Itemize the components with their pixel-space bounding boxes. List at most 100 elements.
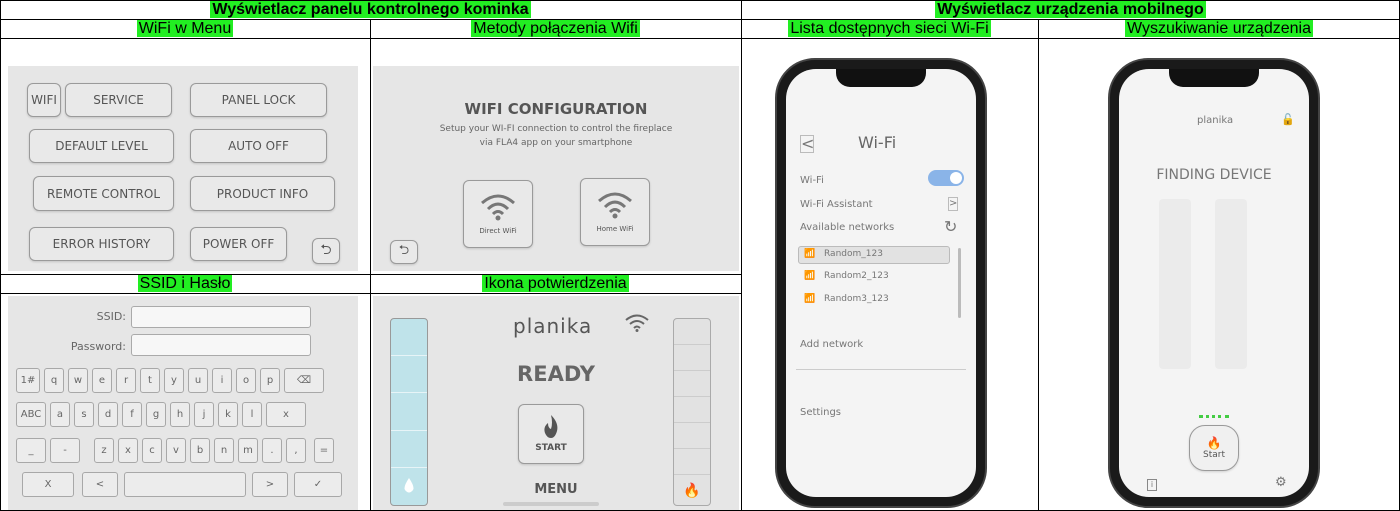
key[interactable]: -: [50, 438, 80, 463]
grid-col2: [741, 0, 742, 511]
key[interactable]: a: [50, 402, 70, 427]
level-bar-right: [1215, 199, 1247, 369]
return-arrow-icon[interactable]: ⮌: [312, 238, 340, 264]
grid-row2: [0, 38, 1400, 39]
key[interactable]: v: [166, 438, 186, 463]
confirm-key[interactable]: ✓: [294, 472, 342, 497]
network-name: Random_123: [824, 249, 883, 259]
key[interactable]: .: [262, 438, 282, 463]
header-networks: Lista dostępnych sieci Wi-Fi: [788, 20, 991, 37]
key[interactable]: c: [142, 438, 162, 463]
right-arrow-key[interactable]: >: [252, 472, 288, 497]
gear-icon[interactable]: ⚙: [1275, 475, 1287, 490]
flame-icon: 🔥: [1206, 436, 1222, 450]
ssid-field[interactable]: [131, 306, 311, 328]
key[interactable]: b: [190, 438, 210, 463]
back-chevron-icon[interactable]: <: [800, 135, 814, 153]
direct-wifi-label: Direct WiFi: [479, 227, 517, 235]
space-key[interactable]: [124, 472, 246, 497]
wifi-button[interactable]: WIFI: [27, 83, 61, 117]
service-button[interactable]: SERVICE: [65, 83, 172, 117]
scrollbar[interactable]: [958, 248, 961, 318]
key[interactable]: o: [236, 368, 256, 393]
key[interactable]: x: [266, 402, 306, 427]
lock-icon[interactable]: 🔓: [1281, 113, 1295, 126]
key[interactable]: s: [74, 402, 94, 427]
key[interactable]: k: [218, 402, 238, 427]
key[interactable]: h: [170, 402, 190, 427]
password-label: Password:: [70, 340, 126, 353]
phone-finding: planika 🔓 FINDING DEVICE 🔥 Start i ⚙: [1108, 58, 1320, 508]
finding-status: FINDING DEVICE: [1156, 167, 1272, 183]
header-finding: Wyszukiwanie urządzenia: [1125, 20, 1313, 37]
key[interactable]: g: [146, 402, 166, 427]
wifi-config-title: WIFI CONFIGURATION: [464, 100, 648, 118]
panel-lock-button[interactable]: PANEL LOCK: [190, 83, 327, 117]
error-history-button[interactable]: ERROR HISTORY: [29, 227, 174, 261]
status-ready: READY: [517, 362, 595, 386]
key[interactable]: p: [260, 368, 280, 393]
header-confirm: Ikona potwierdzenia: [482, 275, 629, 292]
key[interactable]: j: [194, 402, 214, 427]
start-button[interactable]: 🔥 Start: [1189, 425, 1239, 471]
key[interactable]: z: [94, 438, 114, 463]
key[interactable]: =: [314, 438, 334, 463]
key[interactable]: y: [164, 368, 184, 393]
ssid-label: SSID:: [96, 310, 126, 323]
network-name[interactable]: Random2_123: [824, 271, 889, 281]
key[interactable]: x: [118, 438, 138, 463]
direct-wifi-button[interactable]: Direct WiFi: [463, 180, 533, 248]
menu-bar: [503, 502, 599, 506]
flame-level-bar: [390, 318, 428, 506]
key[interactable]: ABC: [16, 402, 46, 427]
key[interactable]: w: [68, 368, 88, 393]
product-info-button[interactable]: PRODUCT INFO: [190, 176, 335, 211]
key[interactable]: f: [122, 402, 142, 427]
password-field[interactable]: [131, 334, 311, 356]
remote-control-button[interactable]: REMOTE CONTROL: [33, 176, 174, 211]
network-name[interactable]: Random3_123: [824, 294, 889, 304]
info-icon[interactable]: i: [1147, 479, 1157, 491]
level-bar-left: [1159, 199, 1191, 369]
add-network-link[interactable]: Add network: [800, 339, 863, 350]
home-wifi-button[interactable]: Home WiFi: [580, 178, 650, 246]
default-level-button[interactable]: DEFAULT LEVEL: [29, 129, 174, 163]
key[interactable]: _: [16, 438, 46, 463]
key[interactable]: l: [242, 402, 262, 427]
key[interactable]: i: [212, 368, 232, 393]
left-arrow-key[interactable]: <: [82, 472, 118, 497]
menu-panel: WIFI SERVICE PANEL LOCK DEFAULT LEVEL AU…: [8, 66, 358, 271]
auto-off-button[interactable]: AUTO OFF: [190, 129, 327, 163]
flame-icon: [544, 415, 558, 438]
brand-logo: planika: [513, 314, 593, 338]
return-arrow-icon[interactable]: ⮌: [390, 240, 418, 264]
key[interactable]: q: [44, 368, 64, 393]
progress-dots: [1199, 415, 1229, 418]
right-section-title: Wyświetlacz urządzenia mobilnego: [935, 1, 1206, 18]
home-wifi-label: Home WiFi: [596, 225, 634, 233]
key[interactable]: 1#: [16, 368, 40, 393]
phone-wifi-title: Wi-Fi: [858, 133, 897, 152]
divider: [796, 369, 966, 370]
settings-link[interactable]: Settings: [800, 407, 841, 418]
header-methods: Metody połączenia Wifi: [471, 20, 640, 37]
backspace-key[interactable]: ⌫: [284, 368, 324, 393]
key[interactable]: u: [188, 368, 208, 393]
wifi-toggle[interactable]: [928, 170, 964, 186]
key[interactable]: n: [214, 438, 234, 463]
power-off-button[interactable]: POWER OFF: [190, 227, 287, 261]
wifi-icon: [481, 194, 515, 221]
cancel-key[interactable]: X: [22, 472, 74, 497]
key[interactable]: ,: [286, 438, 306, 463]
chevron-right-icon[interactable]: >: [948, 197, 958, 211]
notch: [1169, 69, 1259, 87]
phone-screen: planika 🔓 FINDING DEVICE 🔥 Start i ⚙: [1119, 69, 1309, 497]
key[interactable]: t: [140, 368, 160, 393]
key[interactable]: d: [98, 402, 118, 427]
refresh-icon[interactable]: ↻: [944, 217, 957, 236]
key[interactable]: e: [92, 368, 112, 393]
menu-label[interactable]: MENU: [373, 482, 739, 497]
key[interactable]: r: [116, 368, 136, 393]
key[interactable]: m: [238, 438, 258, 463]
start-button[interactable]: START: [518, 404, 584, 464]
